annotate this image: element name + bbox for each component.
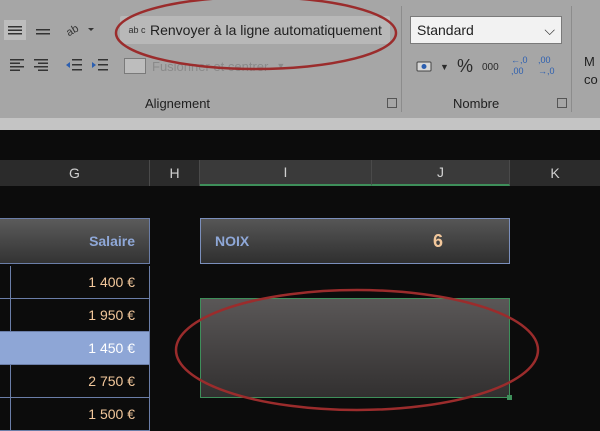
table-row-highlighted[interactable]: 1 450 €	[0, 332, 150, 365]
row-divider	[10, 365, 11, 397]
column-header-g[interactable]: G	[0, 160, 150, 186]
row-divider	[10, 299, 11, 331]
selected-merged-cell[interactable]	[200, 298, 512, 400]
merge-center-button[interactable]: Fusionner et centrer ▼	[120, 54, 310, 78]
column-header-h[interactable]: H	[150, 160, 200, 186]
wrap-text-button[interactable]: ab c Renvoyer à la ligne automatiquement	[120, 16, 390, 44]
thousands-separator-button[interactable]: 000	[482, 62, 499, 73]
percent-format-button[interactable]: %	[457, 56, 473, 77]
decrease-indent-icon[interactable]	[64, 56, 84, 74]
number-format-value: Standard	[417, 22, 474, 38]
currency-dropdown-icon[interactable]: ▼	[440, 62, 449, 72]
decrease-decimal-button[interactable]: ,00 →,0	[538, 55, 560, 77]
column-header-k[interactable]: K	[510, 160, 600, 186]
column-header-i[interactable]: I	[200, 160, 372, 186]
align-right-icon[interactable]	[32, 56, 50, 74]
salary-value: 1 950 €	[88, 307, 135, 323]
merge-icon	[124, 58, 146, 74]
table-row[interactable]: 2 750 €	[0, 365, 150, 398]
number-dialog-launcher-icon[interactable]	[557, 98, 567, 108]
noix-summary-cell[interactable]: NOIX 6	[200, 218, 510, 264]
formula-bar-area	[0, 130, 600, 160]
salary-value: 2 750 €	[88, 373, 135, 389]
salary-value: 1 400 €	[88, 274, 135, 290]
salaire-header-label: Salaire	[89, 233, 135, 249]
align-left-icon[interactable]	[8, 56, 26, 74]
row-divider	[10, 398, 11, 430]
currency-format-icon[interactable]	[414, 56, 436, 76]
wrap-text-icon: ab c	[128, 24, 146, 35]
svg-text:ab: ab	[64, 23, 81, 38]
chevron-down-icon: ⌵	[544, 21, 555, 38]
fill-handle[interactable]	[507, 395, 512, 400]
orientation-icon[interactable]: ab	[62, 18, 96, 40]
number-group-label: Nombre	[453, 96, 500, 111]
table-header-salaire[interactable]: Salaire	[0, 218, 150, 264]
row-divider	[10, 266, 11, 298]
table-row[interactable]: 1 950 €	[0, 299, 150, 332]
ribbon: ab ab c Renvoyer à la ligne automatiquem…	[0, 0, 600, 118]
alignment-group-label: Alignement	[145, 96, 211, 111]
column-header-j[interactable]: J	[372, 160, 510, 186]
formula-bar-strip	[0, 118, 600, 130]
number-format-select[interactable]: Standard ⌵	[410, 16, 562, 44]
alignment-dialog-launcher-icon[interactable]	[387, 98, 397, 108]
salary-value: 1 450 €	[88, 340, 135, 356]
noix-label: NOIX	[215, 233, 250, 249]
increase-indent-icon[interactable]	[90, 56, 110, 74]
noix-value: 6	[433, 230, 444, 251]
conditional-format-label-2[interactable]: co	[584, 72, 598, 87]
table-row[interactable]: 1 400 €	[0, 266, 150, 299]
group-separator	[571, 6, 572, 112]
salary-value: 1 500 €	[88, 406, 135, 422]
wrap-text-label: Renvoyer à la ligne automatiquement	[150, 22, 382, 38]
conditional-format-label[interactable]: M	[584, 54, 595, 69]
increase-decimal-button[interactable]: ←,0 ,00	[511, 55, 533, 77]
group-separator	[401, 6, 402, 112]
merge-center-label: Fusionner et centrer	[152, 58, 269, 74]
chevron-down-icon[interactable]: ▼	[276, 61, 285, 71]
align-middle-icon[interactable]	[4, 20, 26, 40]
align-bottom-icon[interactable]	[32, 20, 54, 40]
